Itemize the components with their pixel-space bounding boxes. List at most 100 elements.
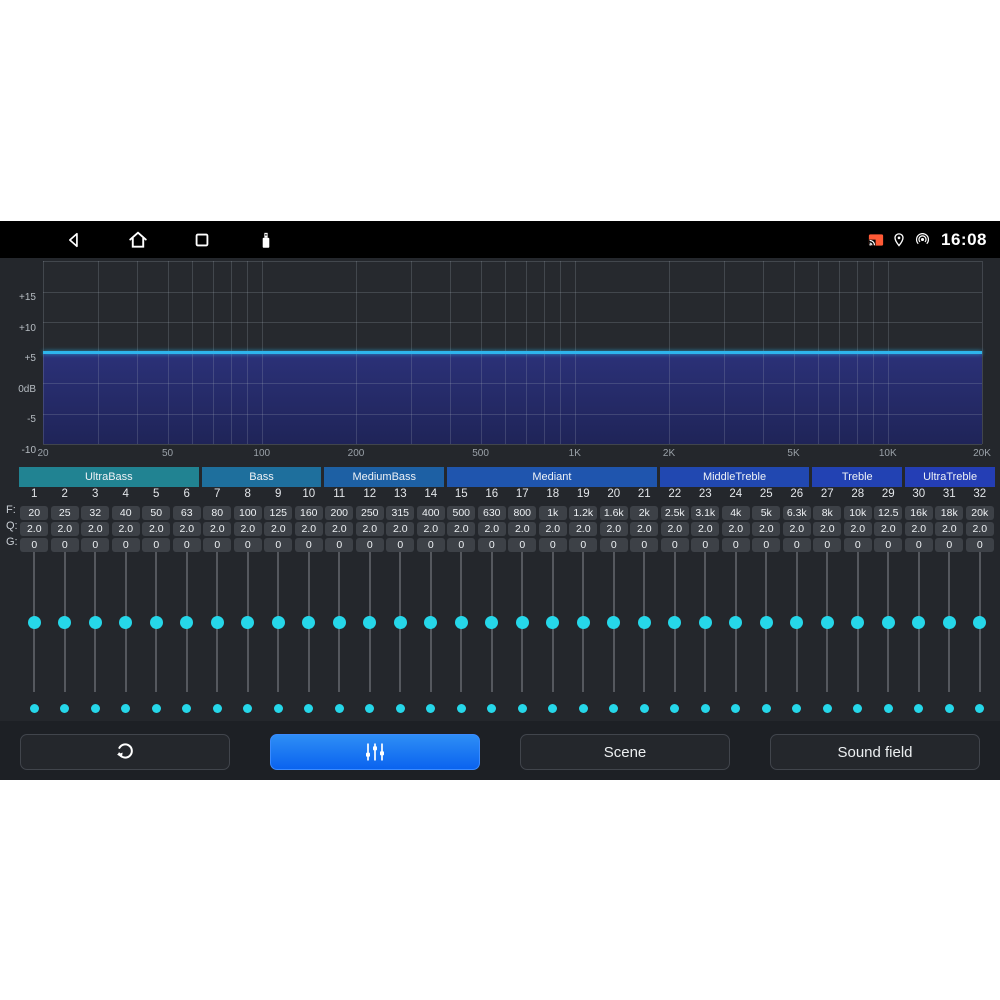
scene-button[interactable]: Scene (520, 734, 730, 770)
freq-value[interactable]: 630 (478, 506, 506, 520)
q-value[interactable]: 2.0 (844, 522, 872, 536)
slider-knob[interactable] (851, 616, 864, 629)
slider-knob[interactable] (577, 616, 590, 629)
freq-value[interactable]: 160 (295, 506, 323, 520)
slider-knob[interactable] (912, 616, 925, 629)
slider-knob[interactable] (333, 616, 346, 629)
slider-knob[interactable] (424, 616, 437, 629)
eq-plot-area[interactable] (43, 261, 982, 444)
gain-slider[interactable] (172, 552, 203, 692)
gain-slider[interactable] (721, 552, 752, 692)
freq-value[interactable]: 20 (20, 506, 48, 520)
slider-dot[interactable] (396, 704, 405, 713)
slider-dot[interactable] (609, 704, 618, 713)
gain-slider[interactable] (629, 552, 660, 692)
slider-dot[interactable] (884, 704, 893, 713)
freq-value[interactable]: 5k (752, 506, 780, 520)
q-value[interactable]: 2.0 (752, 522, 780, 536)
gain-slider[interactable] (538, 552, 569, 692)
gain-value[interactable]: 0 (81, 538, 109, 552)
freq-value[interactable]: 100 (234, 506, 262, 520)
freq-value[interactable]: 315 (386, 506, 414, 520)
q-value[interactable]: 2.0 (569, 522, 597, 536)
gain-value[interactable]: 0 (20, 538, 48, 552)
slider-knob[interactable] (150, 616, 163, 629)
freq-value[interactable]: 1k (539, 506, 567, 520)
slider-dot[interactable] (304, 704, 313, 713)
q-value[interactable]: 2.0 (20, 522, 48, 536)
slider-dot[interactable] (426, 704, 435, 713)
q-value[interactable]: 2.0 (508, 522, 536, 536)
gain-slider[interactable] (233, 552, 264, 692)
gain-slider[interactable] (202, 552, 233, 692)
gain-slider[interactable] (294, 552, 325, 692)
gain-value[interactable]: 0 (722, 538, 750, 552)
slider-knob[interactable] (302, 616, 315, 629)
slider-knob[interactable] (211, 616, 224, 629)
gain-slider[interactable] (690, 552, 721, 692)
q-value[interactable]: 2.0 (173, 522, 201, 536)
home-button[interactable] (127, 229, 149, 251)
band-segment[interactable]: Treble (812, 467, 902, 487)
gain-value[interactable]: 0 (203, 538, 231, 552)
slider-dot[interactable] (670, 704, 679, 713)
gain-slider[interactable] (385, 552, 416, 692)
reset-button[interactable] (20, 734, 230, 770)
slider-knob[interactable] (485, 616, 498, 629)
gain-value[interactable]: 0 (935, 538, 963, 552)
slider-dot[interactable] (518, 704, 527, 713)
slider-dot[interactable] (945, 704, 954, 713)
freq-value[interactable]: 80 (203, 506, 231, 520)
slider-knob[interactable] (729, 616, 742, 629)
gain-value[interactable]: 0 (844, 538, 872, 552)
freq-value[interactable]: 4k (722, 506, 750, 520)
slider-dot[interactable] (640, 704, 649, 713)
gain-slider[interactable] (568, 552, 599, 692)
gain-value[interactable]: 0 (630, 538, 658, 552)
eq-button[interactable] (270, 734, 480, 770)
band-segment[interactable]: Bass (202, 467, 322, 487)
band-segment[interactable]: UltraBass (19, 467, 199, 487)
q-value[interactable]: 2.0 (142, 522, 170, 536)
freq-value[interactable]: 12.5 (874, 506, 902, 520)
slider-knob[interactable] (272, 616, 285, 629)
gain-value[interactable]: 0 (356, 538, 384, 552)
gain-slider[interactable] (843, 552, 874, 692)
slider-knob[interactable] (638, 616, 651, 629)
slider-dot[interactable] (60, 704, 69, 713)
q-value[interactable]: 2.0 (386, 522, 414, 536)
q-value[interactable]: 2.0 (935, 522, 963, 536)
slider-dot[interactable] (30, 704, 39, 713)
gain-slider[interactable] (50, 552, 81, 692)
gain-slider[interactable] (873, 552, 904, 692)
freq-value[interactable]: 200 (325, 506, 353, 520)
gain-slider[interactable] (324, 552, 355, 692)
gain-value[interactable]: 0 (142, 538, 170, 552)
freq-value[interactable]: 40 (112, 506, 140, 520)
q-value[interactable]: 2.0 (295, 522, 323, 536)
freq-value[interactable]: 2.5k (661, 506, 689, 520)
gain-value[interactable]: 0 (112, 538, 140, 552)
gain-value[interactable]: 0 (295, 538, 323, 552)
gain-slider[interactable] (80, 552, 111, 692)
freq-value[interactable]: 20k (966, 506, 994, 520)
slider-knob[interactable] (699, 616, 712, 629)
gain-value[interactable]: 0 (691, 538, 719, 552)
slider-knob[interactable] (973, 616, 986, 629)
band-segment[interactable]: MediumBass (324, 467, 444, 487)
q-value[interactable]: 2.0 (630, 522, 658, 536)
gain-value[interactable]: 0 (264, 538, 292, 552)
slider-dot[interactable] (335, 704, 344, 713)
slider-knob[interactable] (180, 616, 193, 629)
freq-value[interactable]: 6.3k (783, 506, 811, 520)
freq-value[interactable]: 125 (264, 506, 292, 520)
gain-value[interactable]: 0 (51, 538, 79, 552)
gain-slider[interactable] (263, 552, 294, 692)
slider-knob[interactable] (668, 616, 681, 629)
slider-dot[interactable] (548, 704, 557, 713)
gain-slider[interactable] (934, 552, 965, 692)
slider-knob[interactable] (89, 616, 102, 629)
band-segment[interactable]: MiddleTreble (660, 467, 810, 487)
gain-slider[interactable] (965, 552, 996, 692)
q-value[interactable]: 2.0 (325, 522, 353, 536)
